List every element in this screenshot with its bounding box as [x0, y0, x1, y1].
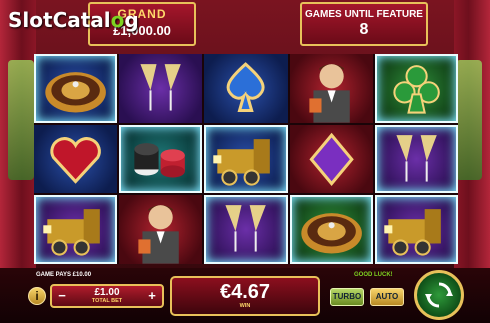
spin-arrows-icon: [425, 282, 453, 308]
reel-cell-roulette-wheel: [289, 195, 373, 264]
heart-icon: [34, 125, 117, 194]
roulette-wheel-icon: [34, 54, 117, 123]
diamond-icon: [290, 125, 373, 194]
turbo-button[interactable]: TURBO: [330, 288, 364, 306]
win-value: €4.67: [219, 281, 271, 303]
game-pays-text: GAME PAYS £10.00: [36, 272, 92, 278]
reel-cell-diamond: [289, 124, 373, 194]
reel-cell-champagne-glasses: [374, 124, 458, 194]
win-label: WIN: [239, 303, 251, 309]
spade-icon: [204, 54, 287, 123]
train-icon: [204, 125, 287, 194]
train-icon: [375, 195, 458, 264]
gentleman-icon: [290, 54, 373, 123]
watermark-logo: SlotCatalog: [8, 8, 139, 32]
reel-cell-roulette-wheel: [34, 54, 118, 123]
champagne-glasses-icon: [119, 54, 202, 123]
reel-cell-club: [374, 54, 458, 123]
reel-cell-gentleman: [119, 195, 203, 264]
champagne-glasses-icon: [204, 195, 287, 264]
reel-cell-train: [374, 195, 458, 264]
bet-increase-button[interactable]: +: [145, 288, 159, 304]
info-button[interactable]: i: [28, 287, 46, 305]
gentleman-icon: [119, 195, 202, 264]
roulette-wheel-icon: [290, 195, 373, 264]
feature-counter-panel: GAMES UNTIL FEATURE 8: [300, 2, 428, 46]
reel-cell-train: [34, 195, 118, 264]
feature-label: GAMES UNTIL FEATURE: [305, 9, 423, 20]
reel-cell-train: [204, 124, 288, 194]
reel-cell-casino-chips: [119, 124, 203, 194]
reel-cell-champagne-glasses: [119, 54, 203, 123]
train-icon: [34, 195, 117, 264]
champagne-glasses-icon: [375, 125, 458, 194]
window-right: [456, 60, 482, 180]
autoplay-button[interactable]: AUTO: [370, 288, 404, 306]
window-left: [8, 60, 34, 180]
feature-value: 8: [359, 21, 369, 38]
reel-cell-spade: [204, 54, 288, 123]
win-panel: €4.67 WIN: [170, 276, 320, 316]
club-icon: [375, 54, 458, 123]
reel-grid: [34, 54, 458, 264]
reel-cell-gentleman: [289, 54, 373, 123]
reel-cell-champagne-glasses: [204, 195, 288, 264]
good-luck-text: GOOD LUCK!: [354, 272, 393, 278]
casino-chips-icon: [119, 125, 202, 194]
reel-cell-heart: [34, 124, 118, 194]
spin-button[interactable]: [414, 270, 464, 320]
bet-panel: − £1.00 TOTAL BET +: [50, 284, 164, 308]
